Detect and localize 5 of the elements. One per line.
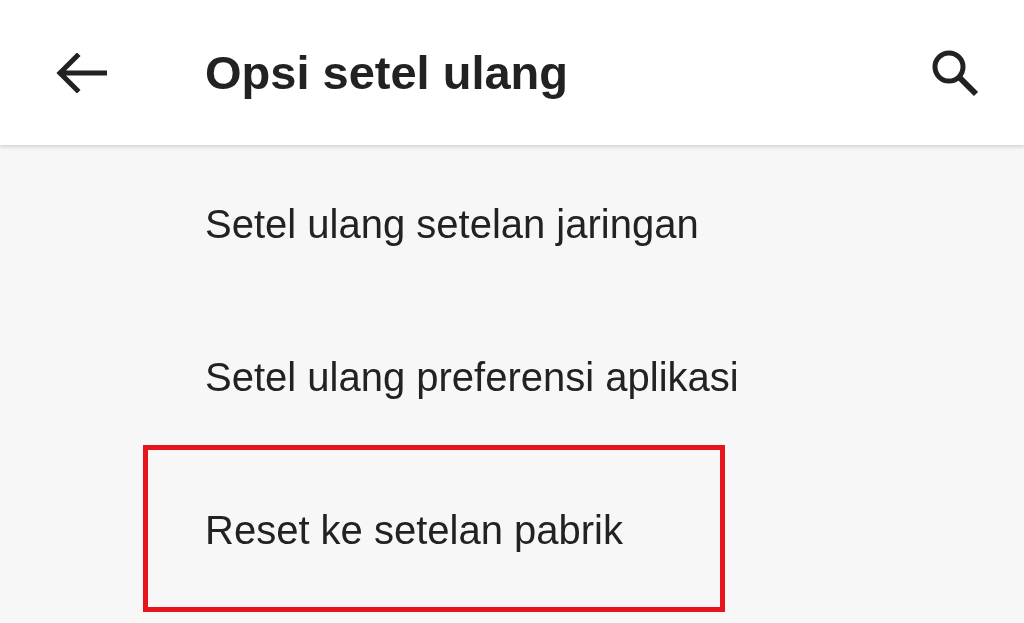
screen-title: Opsi setel ulang	[205, 45, 570, 100]
menu-item[interactable]: Reset ke setelan pabrik	[205, 508, 623, 553]
menu-item[interactable]: Setel ulang preferensi aplikasi	[205, 355, 739, 400]
menu-item[interactable]: Setel ulang setelan jaringan	[205, 202, 699, 247]
back-arrow-icon[interactable]	[55, 52, 107, 93]
